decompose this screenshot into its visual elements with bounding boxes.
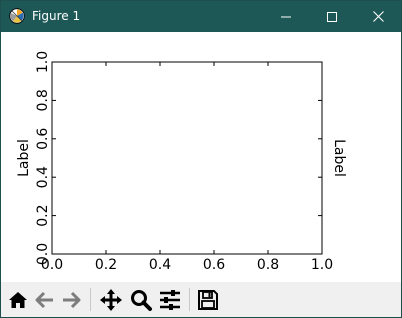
- minimize-icon: [281, 16, 291, 17]
- minimize-button[interactable]: [263, 1, 309, 32]
- back-icon: [35, 291, 53, 309]
- window-title: Figure 1: [32, 9, 81, 23]
- forward-icon: [63, 291, 81, 309]
- x-tick-label: 0.6: [203, 257, 225, 273]
- save-icon: [198, 290, 218, 310]
- configure-subplots-icon: [160, 290, 180, 310]
- configure-subplots-button[interactable]: [158, 288, 182, 312]
- y-axis-label-right: Label: [331, 139, 347, 177]
- toolbar-separator: [189, 288, 190, 311]
- y-tick-label: 0.2: [35, 204, 51, 226]
- y-tick-label: 0.6: [35, 128, 51, 150]
- close-icon: [372, 11, 384, 22]
- home-button[interactable]: [6, 288, 30, 312]
- matplotlib-logo-icon: [9, 8, 25, 24]
- maximize-button[interactable]: [309, 1, 355, 32]
- navigation-toolbar: [1, 282, 401, 317]
- x-tick-label: 0.8: [257, 257, 279, 273]
- pan-button[interactable]: [99, 288, 123, 312]
- x-tick-label: 0.4: [149, 257, 171, 273]
- y-tick-label: 0.0: [35, 243, 51, 265]
- forward-button[interactable]: [59, 288, 83, 312]
- figure-canvas[interactable]: 0.0 0.2 0.4 0.6 0.8 1.0 0.0 0.2 0.4 0.6 0.8 1.0 Labe…: [1, 32, 401, 282]
- x-tick-label: 0.2: [95, 257, 117, 273]
- plot-area[interactable]: 0.0 0.2 0.4 0.6 0.8 1.00.00.20.40.60.81.0Labe…: [1, 32, 401, 282]
- y-tick-label: 0.4: [35, 166, 51, 188]
- close-button[interactable]: [355, 1, 401, 32]
- figure-window: Figure 1 0.0 0.2 0.4 0.6 0.8 1.0 0.0 0.2 0.4 0.6 0…: [0, 0, 402, 318]
- title-bar[interactable]: Figure 1: [1, 1, 401, 32]
- pan-icon: [100, 289, 122, 311]
- y-axis-label-left: Label: [16, 139, 32, 177]
- zoom-button[interactable]: [129, 288, 153, 312]
- back-button[interactable]: [33, 288, 57, 312]
- zoom-icon: [131, 290, 152, 311]
- x-tick-label: 1.0: [311, 257, 333, 273]
- y-tick-label: 1.0: [35, 51, 51, 73]
- axes-frame: [51, 61, 323, 255]
- y-tick-label: 0.8: [35, 89, 51, 111]
- save-button[interactable]: [196, 288, 220, 312]
- home-icon: [9, 292, 27, 308]
- toolbar-separator: [90, 288, 91, 311]
- maximize-icon: [327, 11, 337, 22]
